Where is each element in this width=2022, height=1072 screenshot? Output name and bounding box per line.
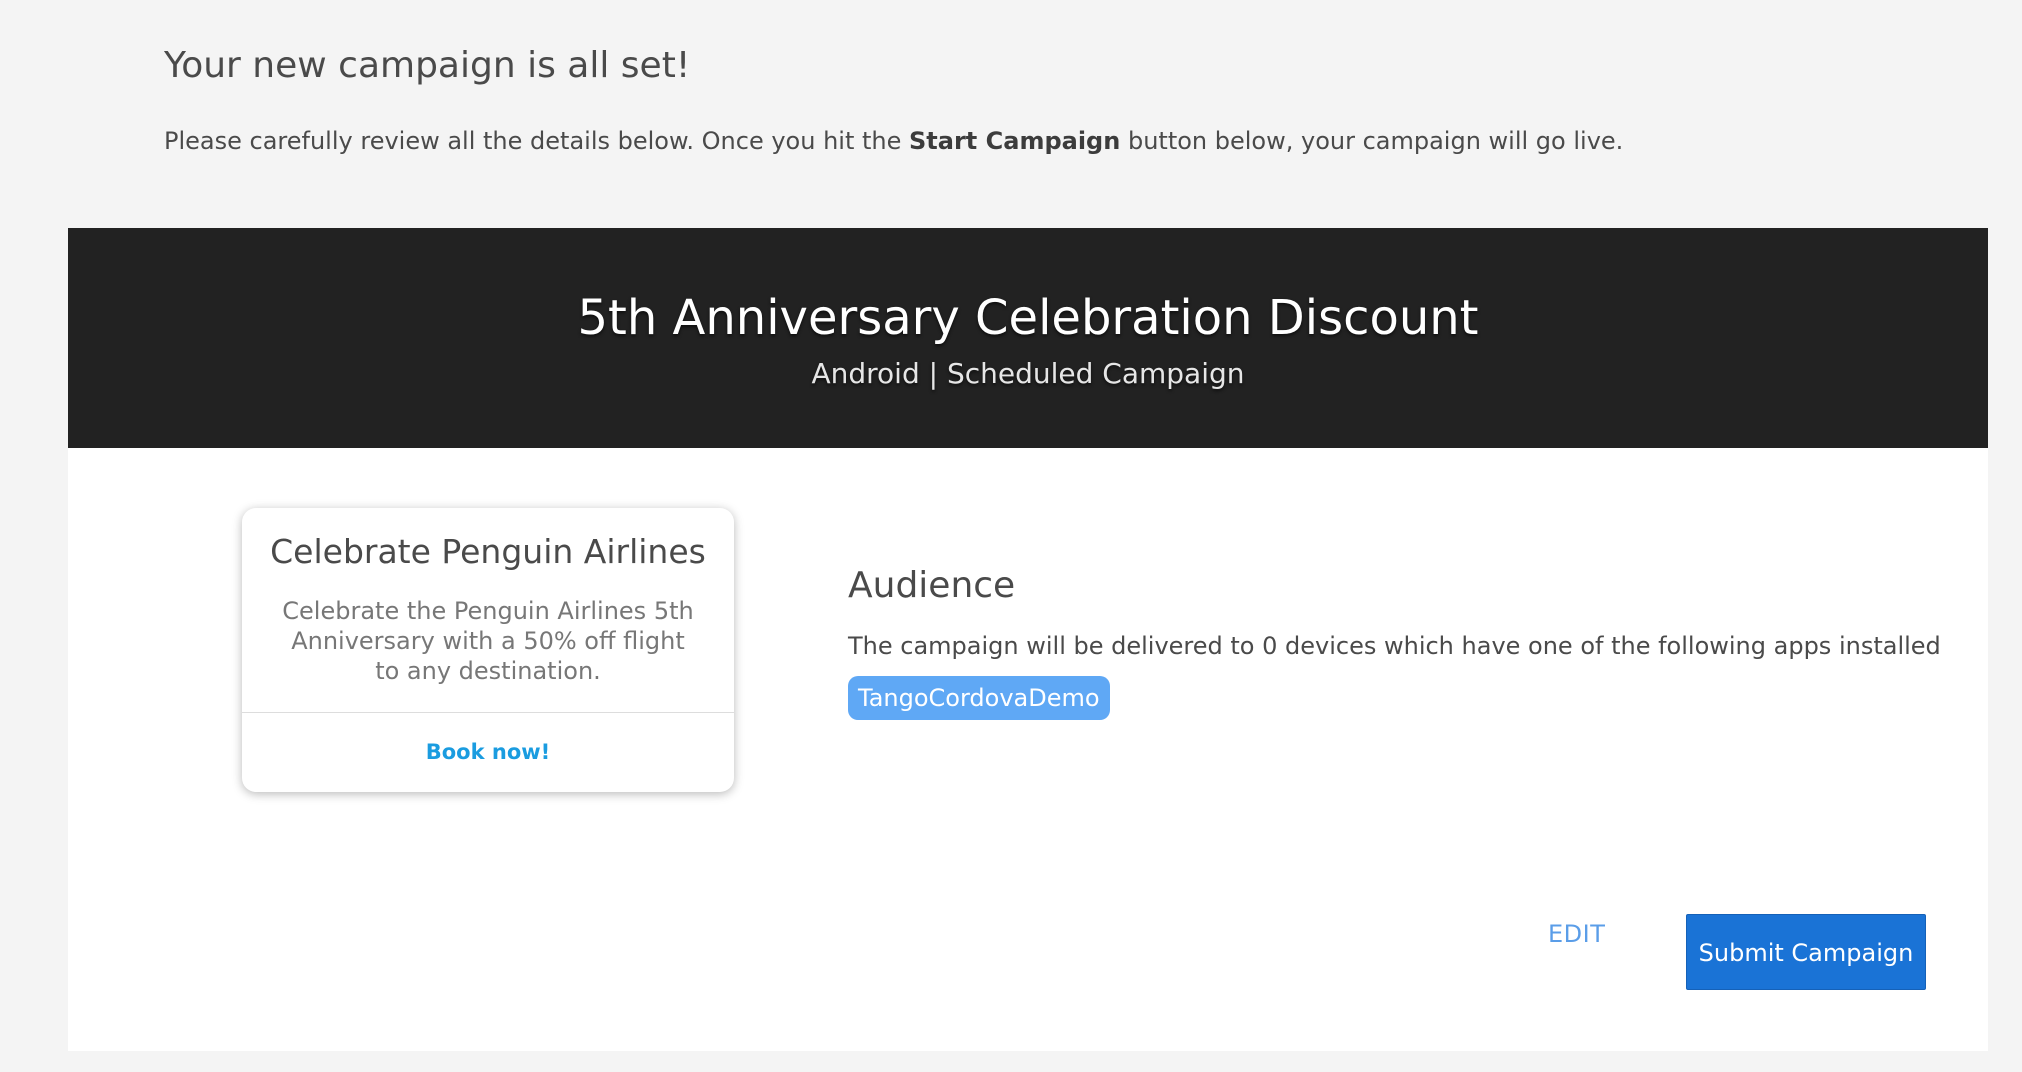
review-instructions: Please carefully review all the details … (164, 124, 1623, 158)
campaign-details-panel: Celebrate Penguin Airlines Celebrate the… (68, 448, 1988, 1051)
app-tag[interactable]: TangoCordovaDemo (848, 676, 1110, 720)
submit-campaign-button[interactable]: Submit Campaign (1686, 914, 1926, 990)
notification-preview-card: Celebrate Penguin Airlines Celebrate the… (242, 508, 734, 792)
notification-action-button[interactable]: Book now! (242, 712, 734, 792)
page-title: Your new campaign is all set! (164, 45, 691, 86)
edit-button[interactable]: EDIT (1548, 914, 1605, 954)
start-campaign-emphasis: Start Campaign (909, 127, 1121, 155)
campaign-banner: 5th Anniversary Celebration Discount And… (68, 228, 1988, 448)
campaign-platform-type: Android | Scheduled Campaign (811, 357, 1245, 390)
campaign-name: 5th Anniversary Celebration Discount (577, 290, 1479, 346)
notification-body: Celebrate the Penguin Airlines 5th Anniv… (282, 597, 694, 685)
audience-heading: Audience (848, 565, 1016, 606)
review-instructions-start: Please carefully review all the details … (164, 127, 910, 155)
review-instructions-end: button below, your campaign will go live… (1120, 127, 1624, 155)
audience-description: The campaign will be delivered to 0 devi… (848, 632, 1941, 660)
audience-section: Audience The campaign will be delivered … (848, 562, 1941, 720)
notification-title: Celebrate Penguin Airlines (270, 532, 706, 571)
